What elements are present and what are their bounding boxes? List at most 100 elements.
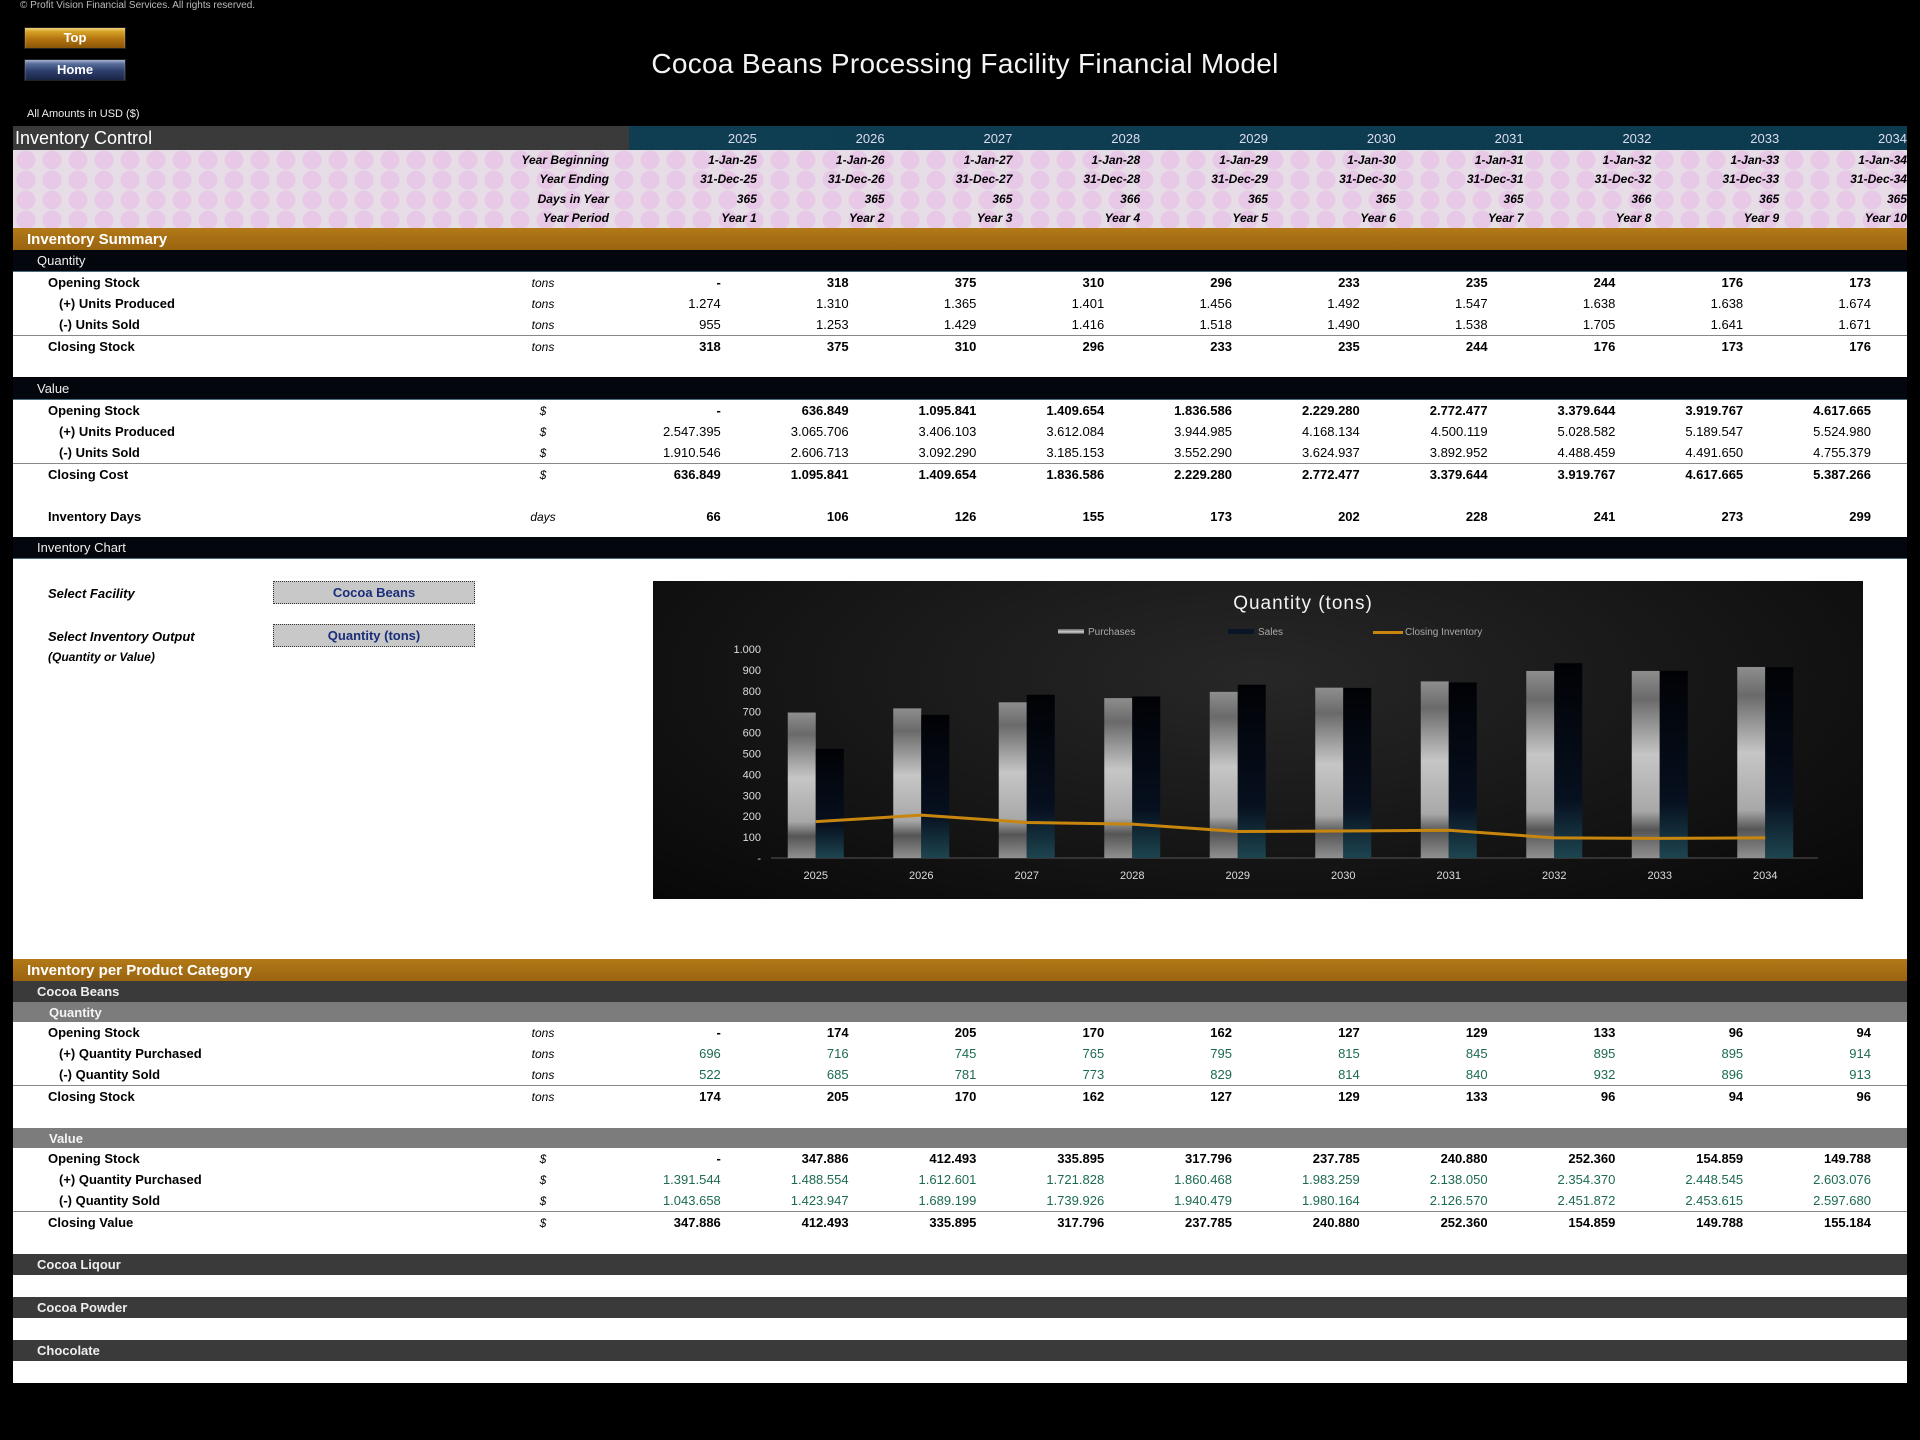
year-header: 2027	[983, 130, 1013, 146]
period-values: Year 1 Year 2 Year 3 Year 4 Year 5 Year 6 Year…	[629, 211, 1907, 225]
row-label: Opening Stock	[48, 403, 140, 418]
spacer	[13, 485, 1907, 506]
cell-value: 154.859	[1568, 1215, 1616, 1230]
period-value: Year 10	[1864, 211, 1907, 226]
cell-value: 636.849	[673, 467, 721, 482]
cell-value: 2.138.050	[1429, 1172, 1488, 1187]
cell-value: 1.860.468	[1174, 1172, 1232, 1187]
period-value: 31-Dec-28	[1083, 172, 1141, 187]
year-header: 2033	[1750, 130, 1780, 146]
cell-value: 1.705	[1582, 317, 1616, 332]
cell-value: 3.552.290	[1174, 445, 1232, 460]
cell-value: 176	[1593, 339, 1616, 354]
row-label: Opening Stock	[48, 275, 140, 290]
period-value: 31-Dec-32	[1594, 172, 1652, 187]
row-values: 955 1.253 1.429 1.416 1.518 1.490 1.538 1.705 1.…	[593, 317, 1907, 332]
cell-value: 2.229.280	[1174, 467, 1232, 482]
cell-value: 955	[699, 317, 721, 332]
y-tick-label: -	[757, 853, 761, 865]
cell-value: 636.849	[801, 403, 849, 418]
facility-selector[interactable]: Cocoa Beans	[273, 581, 475, 604]
period-label: Days in Year	[537, 191, 609, 206]
cell-value: 829	[1210, 1067, 1232, 1082]
year-header: 2030	[1366, 130, 1396, 146]
cell-value: 1.253	[816, 317, 849, 332]
cell-value: 1.674	[1838, 296, 1871, 311]
year-columns: 2025 2026 2027 2028 2029 2030 2031 2032 2033 2034	[629, 131, 1907, 146]
cell-value: 895	[1593, 1046, 1616, 1061]
row-label: Closing Value	[48, 1215, 134, 1230]
cell-value: 1.641	[1710, 317, 1744, 332]
cell-value: 5.028.582	[1557, 424, 1616, 439]
cell-value: 205	[826, 1089, 849, 1104]
cell-value: 237.785	[1184, 1215, 1232, 1230]
cell-value: 176	[1721, 275, 1744, 290]
cell-value: 296	[1082, 339, 1105, 354]
category-value-table: Opening Stock $ - 347.886 412.493 335.895 317.…	[13, 1148, 1907, 1233]
sales-bar	[921, 714, 950, 858]
cell-value: 765	[1082, 1046, 1105, 1061]
cell-value: 845	[1465, 1046, 1488, 1061]
row-unit: $	[539, 403, 547, 418]
chart-svg: Quantity (tons) Purchases Sales Closing In…	[733, 593, 1818, 882]
cell-value: -	[716, 275, 721, 290]
cell-value: 2.354.370	[1557, 1172, 1616, 1187]
purchases-bar	[1104, 698, 1133, 858]
cell-value: 4.617.665	[1685, 467, 1744, 482]
period-value: Year 7	[1487, 211, 1524, 226]
year-header: 2029	[1239, 130, 1268, 146]
row-values: - 174 205 170 162 127 129 133 96 94	[593, 1025, 1907, 1040]
cell-value: 795	[1210, 1046, 1232, 1061]
cell-value: 244	[1593, 275, 1616, 290]
row-label: (-) Units Sold	[59, 445, 140, 460]
x-tick-label: 2026	[909, 870, 933, 882]
top-button[interactable]: Top	[24, 27, 126, 49]
cell-value: 3.065.706	[790, 424, 849, 439]
cell-value: 155.184	[1823, 1215, 1871, 1230]
cell-value: 1.721.828	[1046, 1172, 1105, 1187]
spacer	[13, 1233, 1907, 1254]
row-label: Opening Stock	[48, 1025, 140, 1040]
period-value: 1-Jan-32	[1602, 152, 1652, 167]
cell-value: 1.409.654	[1046, 403, 1105, 418]
spacer	[13, 357, 1907, 377]
table-row: Opening Stock $ - 347.886 412.493 335.895 317.…	[13, 1148, 1907, 1169]
cell-value: 1.638	[1582, 296, 1616, 311]
period-value: 366	[1631, 191, 1652, 206]
year-header: 2028	[1111, 130, 1141, 146]
cell-value: 1.836.586	[1046, 467, 1105, 482]
cell-value: 296	[1210, 275, 1232, 290]
cell-value: 4.500.119	[1430, 424, 1488, 439]
cell-value: 1.638	[1710, 296, 1744, 311]
period-value: 1-Jan-27	[963, 152, 1013, 167]
period-value: 365	[992, 191, 1013, 206]
row-unit: tons	[531, 339, 555, 354]
cell-value: 375	[954, 275, 977, 290]
cell-value: 1.310	[816, 296, 849, 311]
cell-value: 252.360	[1568, 1151, 1616, 1166]
category-band: Cocoa Liqour	[13, 1254, 1907, 1275]
cell-value: 129	[1338, 1089, 1360, 1104]
cell-value: 3.406.103	[918, 424, 977, 439]
output-selector[interactable]: Quantity (tons)	[273, 624, 475, 647]
legend-line-label: Closing Inventory	[1405, 627, 1482, 638]
sales-bar	[1132, 696, 1161, 858]
table-row: Closing Value $347.886 412.493 335.895 317.7…	[13, 1211, 1907, 1233]
cell-value: 310	[1082, 275, 1105, 290]
row-values: 318 375 310 296 233 235 244 176 173 176	[593, 339, 1907, 354]
cell-value: 1.836.586	[1174, 403, 1232, 418]
inventory-sheet: Inventory Control 2025 2026 2027 2028 2029 20…	[13, 126, 1907, 1383]
cell-value: 3.185.153	[1046, 445, 1105, 460]
purchases-bar	[1737, 666, 1766, 858]
row-label: Opening Stock	[48, 1151, 140, 1166]
cell-value: 4.755.379	[1813, 445, 1871, 460]
period-value: 31-Dec-30	[1339, 172, 1396, 187]
cell-value: 1.274	[688, 296, 721, 311]
cell-value: 1.980.164	[1301, 1193, 1360, 1208]
cell-value: 4.168.134	[1301, 424, 1360, 439]
cell-value: 2.606.713	[790, 445, 849, 460]
period-values: 1-Jan-25 1-Jan-26 1-Jan-27 1-Jan-28 1-Jan-29…	[629, 153, 1907, 167]
cell-value: 412.493	[929, 1151, 977, 1166]
period-label: Year Period	[542, 211, 609, 226]
cell-value: 3.379.644	[1557, 403, 1616, 418]
